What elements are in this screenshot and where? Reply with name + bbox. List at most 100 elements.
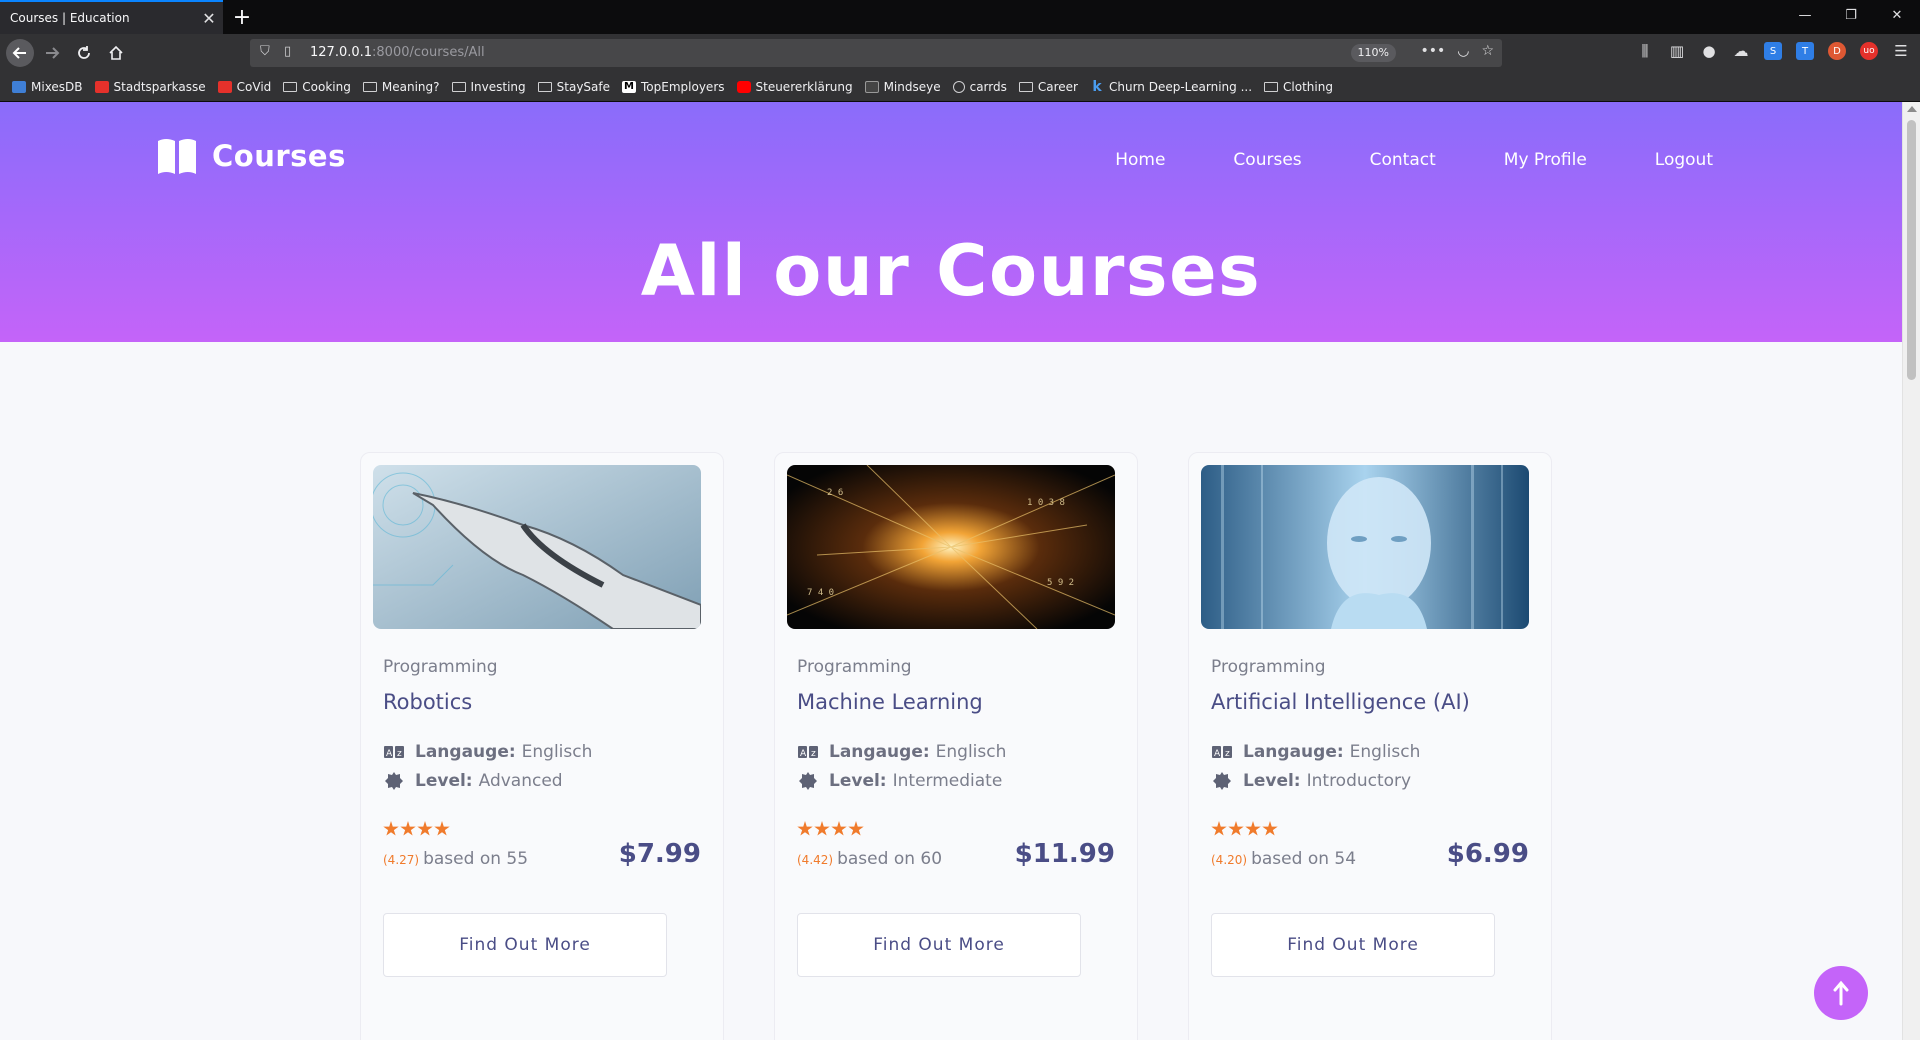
star-icon — [383, 821, 399, 836]
bookmark-item[interactable]: Stadtsparkasse — [94, 80, 206, 94]
close-window-icon[interactable]: ✕ — [1874, 0, 1920, 30]
course-price: $11.99 — [1014, 839, 1115, 869]
restore-icon[interactable]: ❐ — [1828, 0, 1874, 30]
browser-tab[interactable]: Courses | Education ✕ — [0, 0, 223, 34]
course-attributes: Az Langauge: Englisch Level: Intermediate — [797, 742, 1115, 791]
m-icon: M — [622, 80, 637, 93]
bookmark-item[interactable]: carrds — [952, 80, 1007, 94]
star-rating — [1211, 821, 1529, 837]
svg-text:2 6: 2 6 — [827, 488, 843, 498]
data-burst-image: 1 0 3 8 5 9 2 7 4 0 2 6 — [787, 465, 1115, 629]
rating-summary: (4.20) based on 54 — [1211, 849, 1356, 869]
course-level: Level: Advanced — [383, 771, 701, 791]
duckduckgo-icon[interactable]: D — [1828, 42, 1846, 60]
ai-face-image — [1201, 465, 1529, 629]
shield-icon[interactable]: ⛉ — [260, 44, 270, 59]
level-badge-icon — [1211, 772, 1233, 790]
page-icon[interactable]: ▯ — [284, 44, 291, 59]
menu-contact[interactable]: Contact — [1370, 150, 1436, 170]
bookmark-item[interactable]: Career — [1018, 80, 1078, 94]
bookmark-item[interactable]: StaySafe — [537, 80, 610, 94]
level-label: Level: — [415, 771, 473, 791]
url-text[interactable]: 127.0.0.1:8000/courses/All — [310, 45, 485, 60]
bookmark-item[interactable]: CoVid — [217, 80, 271, 94]
account-icon[interactable]: ● — [1700, 42, 1718, 60]
bookmark-item[interactable]: Meaning? — [362, 79, 440, 94]
bookmark-label: Meaning? — [381, 79, 440, 94]
level-badge-icon — [383, 772, 405, 790]
cloud-extension-icon[interactable]: ☁ — [1732, 42, 1750, 60]
course-title[interactable]: Robotics — [383, 690, 701, 714]
course-list: Programming Robotics Az Langauge: Englisch Le… — [360, 452, 1552, 1040]
hamburger-menu-icon[interactable]: ☰ — [1892, 42, 1910, 60]
url-host: 127.0.0.1 — [310, 45, 373, 60]
scroll-up-arrow-icon[interactable] — [1907, 106, 1917, 112]
close-tab-icon[interactable]: ✕ — [195, 9, 223, 28]
forward-button[interactable] — [38, 39, 66, 67]
minimize-icon[interactable]: — — [1782, 0, 1828, 30]
find-out-more-button[interactable]: Find Out More — [1211, 913, 1495, 977]
site-logo[interactable]: Courses — [156, 136, 346, 176]
bookmark-label: Investing — [470, 79, 526, 94]
find-out-more-button[interactable]: Find Out More — [383, 913, 667, 977]
covid-icon — [217, 80, 232, 93]
course-title[interactable]: Artificial Intelligence (AI) — [1211, 690, 1529, 714]
svg-text:z: z — [397, 749, 402, 758]
bookmark-item[interactable]: MixesDB — [12, 80, 83, 94]
star-icon — [417, 821, 433, 836]
find-out-more-button[interactable]: Find Out More — [797, 913, 1081, 977]
sparkasse-icon — [94, 80, 109, 93]
svg-text:A: A — [386, 749, 393, 758]
menu-courses[interactable]: Courses — [1233, 150, 1301, 170]
new-tab-button[interactable]: + — [228, 0, 256, 34]
page-scrollbar[interactable] — [1902, 102, 1920, 1040]
folder-icon — [1264, 81, 1279, 92]
bookmark-item[interactable]: k Churn Deep-Learning ... — [1090, 80, 1252, 94]
course-title[interactable]: Machine Learning — [797, 690, 1115, 714]
url-bar[interactable]: ⛉ ▯ 127.0.0.1:8000/courses/All 110% ••• … — [250, 39, 1502, 67]
review-count: based on 60 — [837, 849, 943, 869]
course-price: $6.99 — [1446, 839, 1529, 869]
home-button[interactable] — [102, 39, 130, 67]
bookmark-item[interactable]: Clothing — [1264, 80, 1333, 94]
bookmark-star-icon[interactable]: ☆ — [1481, 43, 1494, 59]
robot-hand-image — [373, 465, 701, 629]
bookmark-item[interactable]: Cooking — [283, 80, 351, 94]
language-label: Langauge: — [829, 742, 930, 762]
course-card: 1 0 3 8 5 9 2 7 4 0 2 6 Programming Machine L… — [774, 452, 1138, 1040]
course-card: Programming Robotics Az Langauge: Englisch Le… — [360, 452, 724, 1040]
more-actions-icon[interactable]: ••• — [1420, 43, 1445, 59]
svg-text:5 9 2: 5 9 2 — [1047, 578, 1074, 588]
sidebar-icon[interactable]: ▥ — [1668, 42, 1686, 60]
menu-home[interactable]: Home — [1115, 150, 1165, 170]
reload-button[interactable] — [70, 39, 98, 67]
review-count: based on 55 — [423, 849, 529, 869]
menu-my-profile[interactable]: My Profile — [1504, 150, 1587, 170]
scroll-thumb[interactable] — [1907, 120, 1916, 380]
bookmark-item[interactable]: Mindseye — [864, 79, 941, 94]
ublock-icon[interactable]: uo — [1860, 42, 1878, 60]
window-controls: — ❐ ✕ — [1782, 0, 1920, 34]
star-icon — [814, 821, 830, 836]
star-icon — [400, 821, 416, 836]
s-extension-icon[interactable]: S — [1764, 42, 1782, 60]
scroll-to-top-button[interactable] — [1814, 966, 1868, 1020]
bookmark-item[interactable]: M TopEmployers — [622, 80, 725, 94]
bookmark-label: Mindseye — [883, 79, 941, 94]
reload-icon — [78, 46, 90, 59]
rating-row: (4.20) based on 54 $6.99 — [1211, 839, 1529, 869]
translate-extension-icon[interactable]: T — [1796, 42, 1814, 60]
back-button[interactable] — [6, 39, 34, 67]
pocket-icon[interactable]: ◡ — [1457, 43, 1469, 59]
menu-logout[interactable]: Logout — [1655, 150, 1713, 170]
svg-text:z: z — [1225, 749, 1230, 758]
svg-text:1 0 3 8: 1 0 3 8 — [1027, 498, 1065, 508]
language-value: Englisch — [935, 742, 1007, 762]
library-icon[interactable]: ⫼ — [1636, 42, 1654, 60]
bookmark-item[interactable]: Investing — [451, 79, 526, 94]
language-icon: Az — [383, 744, 405, 760]
rating-value: (4.20) — [1211, 853, 1248, 867]
course-attributes: Az Langauge: Englisch Level: Introductory — [1211, 742, 1529, 791]
zoom-level[interactable]: 110% — [1350, 44, 1396, 62]
bookmark-item[interactable]: Steuererklärung — [736, 80, 853, 94]
